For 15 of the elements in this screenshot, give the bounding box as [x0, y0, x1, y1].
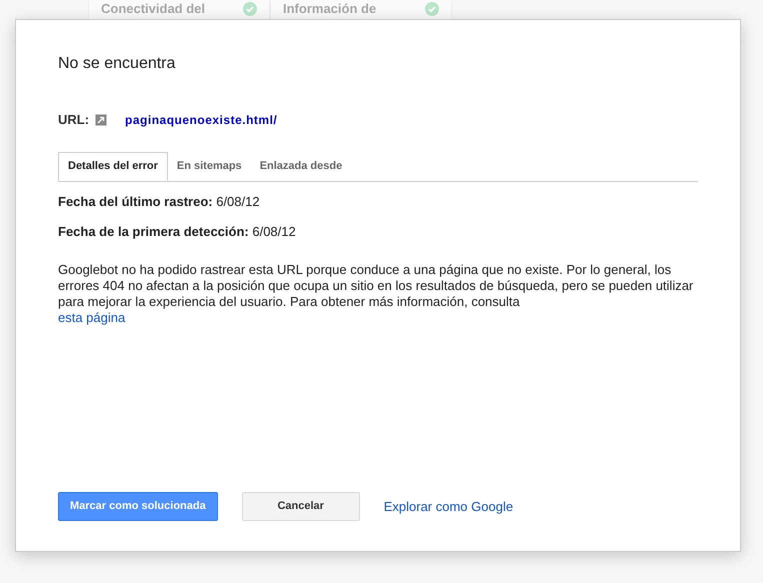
tab[interactable]: Detalles del error — [58, 152, 168, 180]
url-label: URL: — [58, 111, 90, 129]
url-link[interactable]: paginaquenoexiste.html/ — [125, 110, 278, 129]
cancel-button[interactable]: Cancelar — [242, 492, 360, 521]
detail-text: Fecha del último rastreo: 6/08/12 — [58, 192, 261, 210]
detail-text: Fecha de la primera detección: 6/08/12 — [58, 223, 297, 241]
card-title: Conectividad del — [101, 2, 206, 16]
card-title: Información de — [283, 2, 376, 16]
page-link[interactable]: esta página — [58, 310, 126, 326]
tab[interactable]: En sitemaps — [168, 152, 251, 180]
fetch-as-google-link[interactable]: Explorar como Google — [384, 496, 514, 516]
external-link-icon[interactable] — [95, 114, 108, 126]
tab[interactable]: Enlazada desde — [250, 152, 352, 180]
dialog-title: No se encuentra — [58, 54, 176, 74]
description-text: Googlebot no ha podido rastrear esta URL porque conduce a una página que no existe. Por lo general, los errores 404 no afectan a la posición que ocupa un sitio en los resultados de búsqueda, pero se pueden utilizar para mejorar la experiencia del usuario. Para obtener más información, consulta — [58, 262, 694, 310]
